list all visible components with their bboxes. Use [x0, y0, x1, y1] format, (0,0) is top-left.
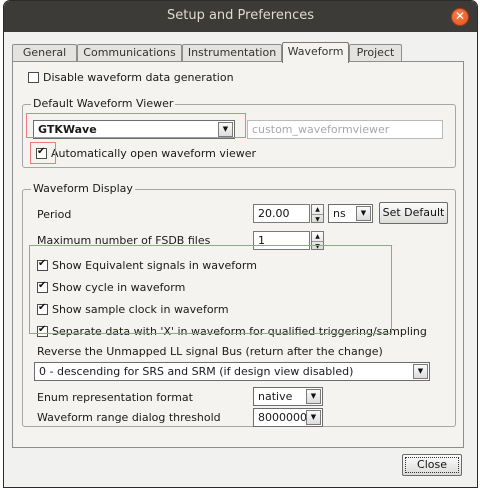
- checkbox-box[interactable]: [37, 258, 48, 271]
- show-sample-clock-label: Show sample clock in waveform: [52, 302, 229, 316]
- viewer-select-value: GTKWave: [38, 123, 97, 136]
- checkbox-box[interactable]: [28, 71, 39, 83]
- period-unit-value: ns: [333, 207, 346, 220]
- auto-open-viewer-label: Automatically open waveform viewer: [51, 146, 256, 160]
- show-equivalent-signals-checkbox[interactable]: Show Equivalent signals in waveform: [37, 257, 257, 273]
- title-bar[interactable]: Setup and Preferences ✕: [4, 1, 477, 32]
- enum-format-select[interactable]: native ▼: [253, 387, 323, 406]
- viewer-select[interactable]: GTKWave ▼: [33, 120, 235, 139]
- auto-open-viewer-checkbox[interactable]: Automatically open waveform viewer: [36, 145, 256, 161]
- spin-down-icon[interactable]: ▼: [312, 214, 323, 223]
- separate-data-x-checkbox[interactable]: Separate data with 'X' in waveform for q…: [37, 323, 427, 339]
- tab-general[interactable]: General: [12, 44, 77, 62]
- window-title: Setup and Preferences: [166, 8, 315, 23]
- disable-waveform-generation-checkbox[interactable]: Disable waveform data generation: [28, 69, 234, 85]
- reverse-bus-select[interactable]: 0 - descending for SRS and SRM (if desig…: [34, 362, 430, 381]
- tab-instrumentation[interactable]: Instrumentation: [182, 44, 282, 62]
- tab-project[interactable]: Project: [349, 44, 402, 62]
- waveform-display-group-title: Waveform Display: [31, 182, 135, 195]
- chevron-down-icon[interactable]: ▼: [306, 410, 321, 425]
- period-spinner[interactable]: ▲ ▼: [311, 204, 324, 223]
- chevron-down-icon[interactable]: ▼: [218, 122, 233, 137]
- max-fsdb-label: Maximum number of FSDB files: [37, 234, 211, 247]
- tab-communications[interactable]: Communications: [77, 44, 182, 62]
- range-threshold-label: Waveform range dialog threshold: [37, 411, 221, 424]
- show-cycle-checkbox[interactable]: Show cycle in waveform: [37, 279, 185, 295]
- spin-down-icon[interactable]: ▼: [312, 241, 323, 250]
- tab-waveform[interactable]: Waveform: [282, 42, 349, 63]
- max-fsdb-spinner[interactable]: ▲ ▼: [311, 231, 324, 250]
- period-label: Period: [37, 208, 72, 221]
- range-threshold-select[interactable]: 8000000 ▼: [253, 408, 323, 427]
- show-equivalent-signals-label: Show Equivalent signals in waveform: [52, 258, 257, 272]
- max-fsdb-input[interactable]: 1: [253, 231, 310, 250]
- reverse-bus-label: Reverse the Unmapped LL signal Bus (retu…: [37, 345, 383, 358]
- period-unit-select[interactable]: ns ▼: [328, 204, 373, 223]
- checkbox-box[interactable]: [37, 280, 48, 293]
- chevron-down-icon[interactable]: ▼: [413, 364, 428, 379]
- waveform-display-group: Waveform Display Period 20.00 ▲ ▼ ns ▼ S…: [22, 182, 456, 427]
- spin-up-icon[interactable]: ▲: [312, 232, 323, 241]
- reverse-bus-value: 0 - descending for SRS and SRM (if desig…: [39, 365, 354, 378]
- custom-viewer-input[interactable]: custom_waveformviewer: [247, 120, 443, 139]
- checkbox-box[interactable]: [37, 302, 48, 315]
- set-default-button[interactable]: Set Default: [379, 202, 448, 224]
- waveform-tab-panel: Disable waveform data generation Default…: [12, 61, 464, 448]
- period-input[interactable]: 20.00: [253, 204, 310, 223]
- range-threshold-value: 8000000: [258, 411, 306, 424]
- close-button[interactable]: Close: [402, 454, 462, 476]
- show-cycle-label: Show cycle in waveform: [52, 280, 186, 294]
- default-viewer-group-title: Default Waveform Viewer: [31, 97, 176, 110]
- disable-waveform-generation-label: Disable waveform data generation: [43, 70, 234, 84]
- default-viewer-group: Default Waveform Viewer GTKWave ▼ custom…: [22, 97, 456, 168]
- enum-format-label: Enum representation format: [37, 391, 193, 404]
- preferences-window: Setup and Preferences ✕ General Communic…: [3, 0, 478, 488]
- chevron-down-icon[interactable]: ▼: [306, 389, 321, 404]
- window-close-button[interactable]: ✕: [451, 8, 469, 26]
- show-sample-clock-checkbox[interactable]: Show sample clock in waveform: [37, 301, 229, 317]
- separate-data-x-label: Separate data with 'X' in waveform for q…: [52, 324, 427, 338]
- enum-format-value: native: [258, 390, 293, 403]
- checkbox-box[interactable]: [37, 324, 48, 337]
- checkbox-box[interactable]: [36, 146, 47, 159]
- spin-up-icon[interactable]: ▲: [312, 205, 323, 214]
- chevron-down-icon[interactable]: ▼: [356, 206, 371, 221]
